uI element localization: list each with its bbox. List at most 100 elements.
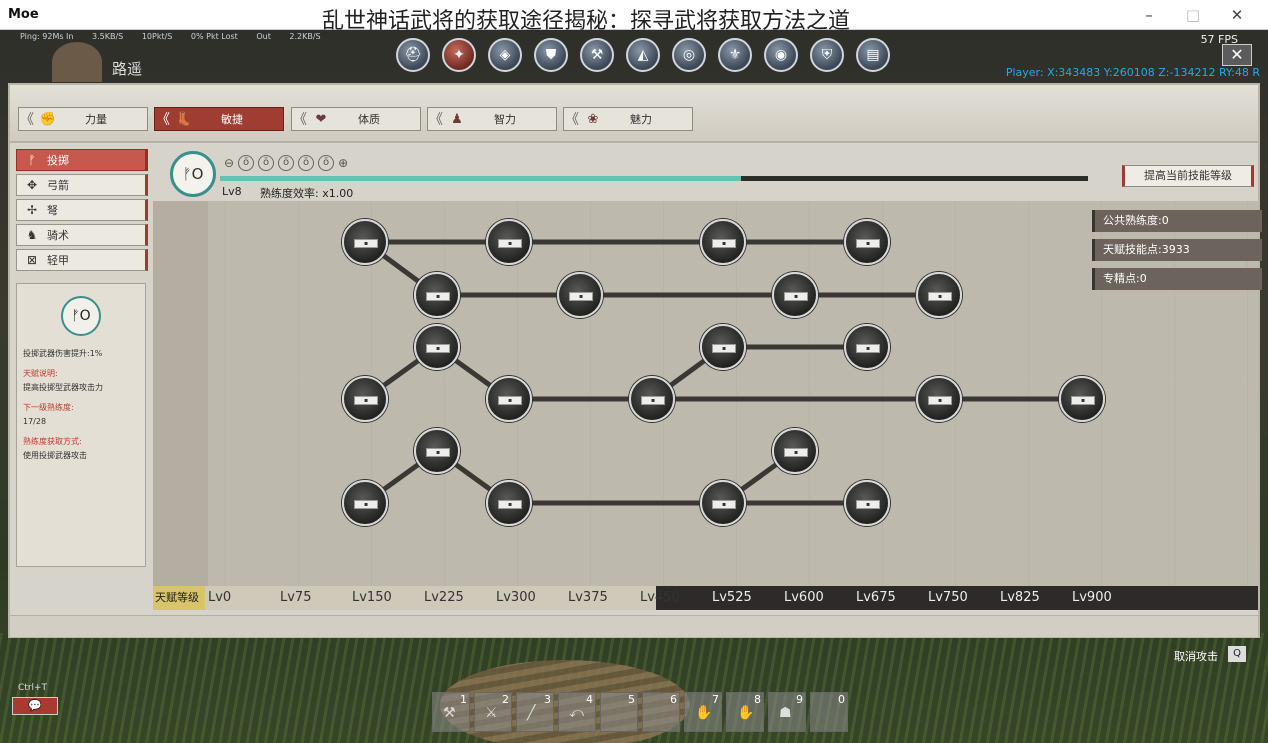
skill-rank-row: ⊖ ō ō ō ō ō ⊕ bbox=[224, 155, 348, 171]
sidebar-item-riding[interactable]: ♞ 骑术 bbox=[16, 224, 148, 246]
hotbar-slot[interactable]: ✋ 7 bbox=[684, 692, 722, 732]
talent-node[interactable]: ▪ bbox=[342, 219, 388, 265]
close-panel-button[interactable]: ✕ bbox=[1222, 44, 1252, 66]
talent-node[interactable]: ▪ bbox=[916, 376, 962, 422]
next-level-value: 17/28 bbox=[23, 417, 47, 426]
gain-method-title: 熟练度获取方式: bbox=[23, 437, 82, 446]
talent-node[interactable]: ▪ bbox=[342, 376, 388, 422]
level-tick: Lv0 bbox=[208, 590, 232, 605]
talent-node[interactable]: ▪ bbox=[916, 272, 962, 318]
node-plate: ▪ bbox=[856, 344, 880, 353]
hotbar: ⚒ 1 ⚔ 2 ╱ 3 ⤺ 4 5 6 ✋ 7 ✋ 8 ☗ 9 0 bbox=[432, 692, 848, 732]
tab-agility[interactable]: 《 👢 敏捷 bbox=[154, 107, 284, 131]
hotbar-slot[interactable]: 0 bbox=[810, 692, 848, 732]
skills-icon[interactable]: ✦ bbox=[442, 38, 476, 72]
chevron-left-icon: 《 bbox=[293, 112, 307, 128]
talent-node[interactable]: ▪ bbox=[844, 324, 890, 370]
talent-node[interactable]: ▪ bbox=[414, 324, 460, 370]
tab-strength[interactable]: 《 ✊ 力量 bbox=[18, 107, 148, 131]
top-menu-icons: ⛑ ✦ ◈ ⛊ ⚒ ◭ ◎ ⚜ ◉ ⛨ ▤ bbox=[396, 38, 890, 72]
level-tick: Lv150 bbox=[352, 590, 392, 605]
hotbar-slot[interactable]: ⚔ 2 bbox=[474, 692, 512, 732]
hotbar-slot[interactable]: ⚒ 1 bbox=[432, 692, 470, 732]
tab-constitution[interactable]: 《 ❤ 体质 bbox=[291, 107, 421, 131]
talent-node[interactable]: ▪ bbox=[414, 272, 460, 318]
node-plate: ▪ bbox=[426, 448, 450, 457]
armor-icon[interactable]: ⛊ bbox=[534, 38, 568, 72]
hotbar-slot[interactable]: 6 bbox=[642, 692, 680, 732]
target-icon[interactable]: ◎ bbox=[672, 38, 706, 72]
bag-icon[interactable]: ◈ bbox=[488, 38, 522, 72]
node-plate: ▪ bbox=[712, 344, 736, 353]
item-icon: ✋ bbox=[695, 705, 713, 721]
talent-node[interactable]: ▪ bbox=[844, 219, 890, 265]
talent-node[interactable]: ▪ bbox=[1059, 376, 1105, 422]
talent-node[interactable]: ▪ bbox=[342, 480, 388, 526]
skill-emblem-icon: ᚠO bbox=[170, 151, 216, 197]
level-tick: Lv900 bbox=[1072, 590, 1112, 605]
talent-node[interactable]: ▪ bbox=[700, 219, 746, 265]
minus-icon[interactable]: ⊖ bbox=[224, 156, 234, 170]
upgrade-skill-button[interactable]: 提高当前技能等级 bbox=[1122, 165, 1254, 187]
talent-node[interactable]: ▪ bbox=[414, 428, 460, 474]
globe-icon[interactable]: ◉ bbox=[764, 38, 798, 72]
map-icon[interactable]: ◭ bbox=[626, 38, 660, 72]
rank-icon: ō bbox=[298, 155, 315, 171]
slot-number: 1 bbox=[460, 693, 467, 706]
item-icon: ╱ bbox=[527, 705, 536, 721]
item-icon: ⚒ bbox=[443, 705, 456, 721]
talent-node[interactable]: ▪ bbox=[844, 480, 890, 526]
close-button[interactable]: ✕ bbox=[1222, 4, 1252, 26]
item-icon: ⤺ bbox=[569, 705, 584, 721]
hotbar-slot[interactable]: ✋ 8 bbox=[726, 692, 764, 732]
app-name: Moe bbox=[8, 7, 39, 22]
craft-icon[interactable]: ⚒ bbox=[580, 38, 614, 72]
hotbar-slot[interactable]: 5 bbox=[600, 692, 638, 732]
level-tick: Lv750 bbox=[928, 590, 968, 605]
talent-node[interactable]: ▪ bbox=[486, 376, 532, 422]
talent-node[interactable]: ▪ bbox=[700, 324, 746, 370]
throwing-icon: ᚠ bbox=[28, 153, 36, 167]
packet-rate-stat: 10Pkt/S bbox=[141, 32, 173, 41]
level-tick: Lv225 bbox=[424, 590, 464, 605]
talent-node[interactable]: ▪ bbox=[772, 272, 818, 318]
out-label: Out bbox=[256, 32, 271, 41]
tab-charisma[interactable]: 《 ❀ 魅力 bbox=[563, 107, 693, 131]
node-plate: ▪ bbox=[498, 500, 522, 509]
minimize-button[interactable]: – bbox=[1134, 4, 1164, 26]
social-icon[interactable]: ⚜ bbox=[718, 38, 752, 72]
level-tick: Lv75 bbox=[280, 590, 312, 605]
sidebar-item-light-armor[interactable]: ⊠ 轻甲 bbox=[16, 249, 148, 271]
sidebar-item-crossbow[interactable]: ✢ 弩 bbox=[16, 199, 148, 221]
window-caption: 乱世神话武将的获取途径揭秘：探寻武将获取方法之道 bbox=[322, 9, 851, 34]
plus-icon[interactable]: ⊕ bbox=[338, 156, 348, 170]
slot-number: 9 bbox=[796, 693, 803, 706]
tab-intelligence[interactable]: 《 ♟ 智力 bbox=[427, 107, 557, 131]
chat-icon[interactable]: 💬 bbox=[12, 697, 58, 715]
shield-icon[interactable]: ⛨ bbox=[810, 38, 844, 72]
sidebar-item-bow[interactable]: ✥ 弓箭 bbox=[16, 174, 148, 196]
rank-icon: ō bbox=[238, 155, 255, 171]
helmet-icon[interactable]: ⛑ bbox=[396, 38, 430, 72]
sidebar-item-label: 投掷 bbox=[47, 154, 69, 167]
node-plate: ▪ bbox=[354, 396, 378, 405]
skill-info-box: ᚠO 投掷武器伤害提升:1% 天赋说明: 提高投掷型武器攻击力 下一级熟练度: … bbox=[16, 283, 146, 567]
specialization-points-stat: 专精点:0 bbox=[1092, 268, 1262, 290]
hotbar-slot[interactable]: ╱ 3 bbox=[516, 692, 554, 732]
proficiency-progress-fill bbox=[220, 176, 741, 181]
hotbar-slot[interactable]: ⤺ 4 bbox=[558, 692, 596, 732]
talent-node[interactable]: ▪ bbox=[700, 480, 746, 526]
talent-node[interactable]: ▪ bbox=[557, 272, 603, 318]
talent-node[interactable]: ▪ bbox=[486, 219, 532, 265]
talent-level-scale: 天赋等级 Lv0 Lv75 Lv150 Lv225 Lv300 Lv375 Lv450 Lv5… bbox=[153, 586, 1258, 610]
node-plate: ▪ bbox=[354, 239, 378, 248]
chat-shortcut-label: Ctrl+T bbox=[18, 683, 48, 693]
talent-node[interactable]: ▪ bbox=[772, 428, 818, 474]
book-icon[interactable]: ▤ bbox=[856, 38, 890, 72]
talent-node[interactable]: ▪ bbox=[629, 376, 675, 422]
sidebar-item-throwing[interactable]: ᚠ 投掷 bbox=[16, 149, 148, 171]
maximize-button[interactable]: □ bbox=[1178, 4, 1208, 26]
level-scale-title: 天赋等级 bbox=[153, 586, 205, 610]
hotbar-slot[interactable]: ☗ 9 bbox=[768, 692, 806, 732]
talent-node[interactable]: ▪ bbox=[486, 480, 532, 526]
